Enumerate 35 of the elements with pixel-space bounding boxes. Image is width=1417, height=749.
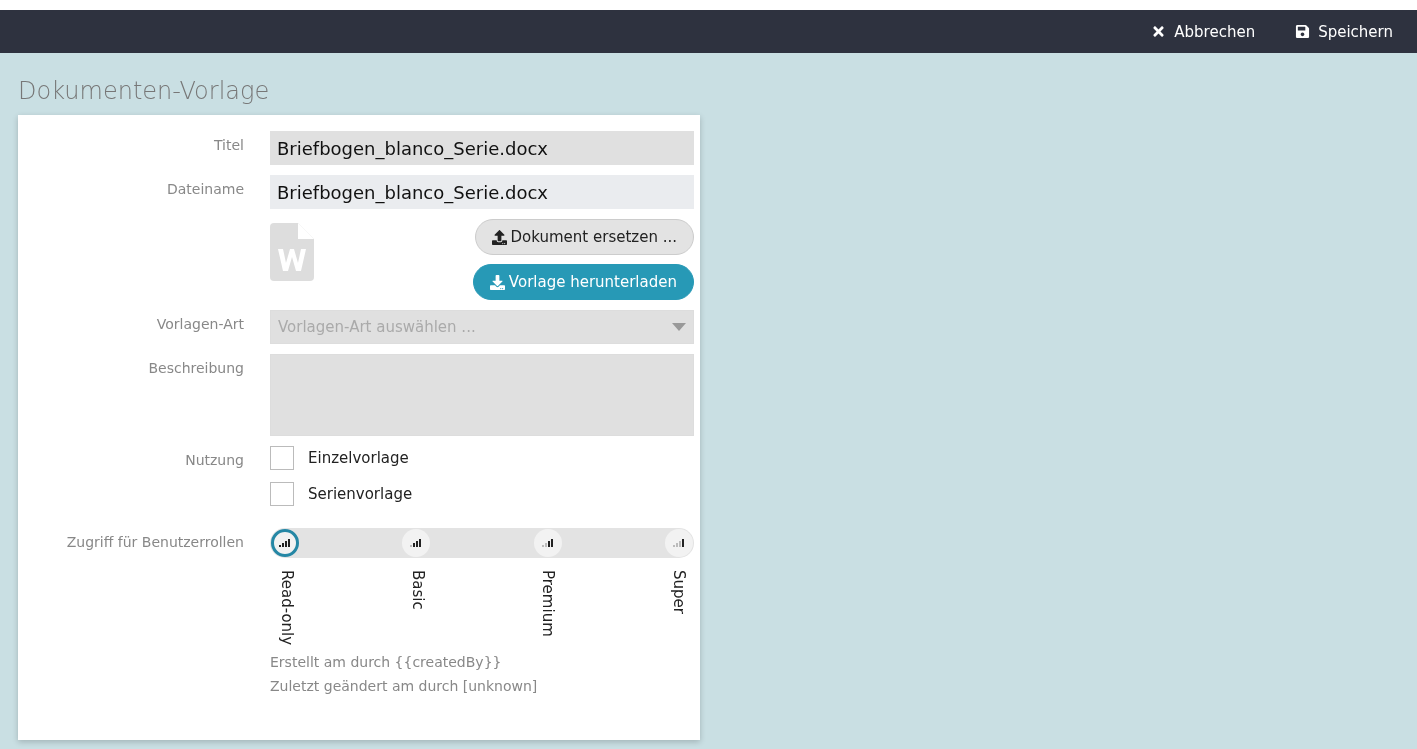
caret-icon <box>672 323 686 331</box>
meta-text: Zuletzt geändert am durch [unknown] <box>270 677 539 696</box>
save-icon <box>1295 24 1311 39</box>
cancel-button[interactable]: Abbrechen <box>1151 22 1256 41</box>
signal-icon <box>410 538 423 548</box>
signal-icon <box>279 538 291 548</box>
word-document-icon <box>270 223 314 281</box>
field-label: Vorlagen-Art <box>155 315 244 334</box>
checkbox[interactable] <box>270 446 294 470</box>
page-title: Dokumenten-Vorlage <box>18 77 271 105</box>
download-icon <box>489 274 505 290</box>
role-option[interactable] <box>402 529 431 557</box>
field-label: Beschreibung <box>147 359 244 378</box>
role-label: Read-only <box>278 570 296 648</box>
signal-icon <box>673 538 685 548</box>
checkbox[interactable] <box>270 482 294 506</box>
filename-field[interactable]: Briefbogen_blanco_Serie.docx <box>270 175 694 209</box>
role-option[interactable] <box>533 529 562 557</box>
replace-document-button[interactable]: Dokument ersetzen ... <box>474 219 694 255</box>
meta-text: Erstellt am durch {{createdBy}} <box>270 653 503 672</box>
role-option[interactable] <box>271 529 299 557</box>
description-field[interactable] <box>270 354 694 436</box>
field-label: Nutzung <box>184 451 244 470</box>
signal-icon <box>541 538 554 548</box>
role-label: Basic <box>408 570 427 612</box>
save-button[interactable]: Speichern <box>1295 22 1393 41</box>
checkbox-label: Einzelvorlage <box>308 449 409 467</box>
role-label: Premium <box>539 570 558 639</box>
upload-icon <box>491 229 507 245</box>
title-field[interactable]: Briefbogen_blanco_Serie.docx <box>270 131 694 165</box>
field-label: Zugriff für Benutzerrollen <box>65 533 244 552</box>
field-label: Dateiname <box>165 180 244 199</box>
role-label: Super <box>669 570 688 616</box>
field-label: Titel <box>213 136 244 155</box>
checkbox-label: Serienvorlage <box>308 485 413 503</box>
